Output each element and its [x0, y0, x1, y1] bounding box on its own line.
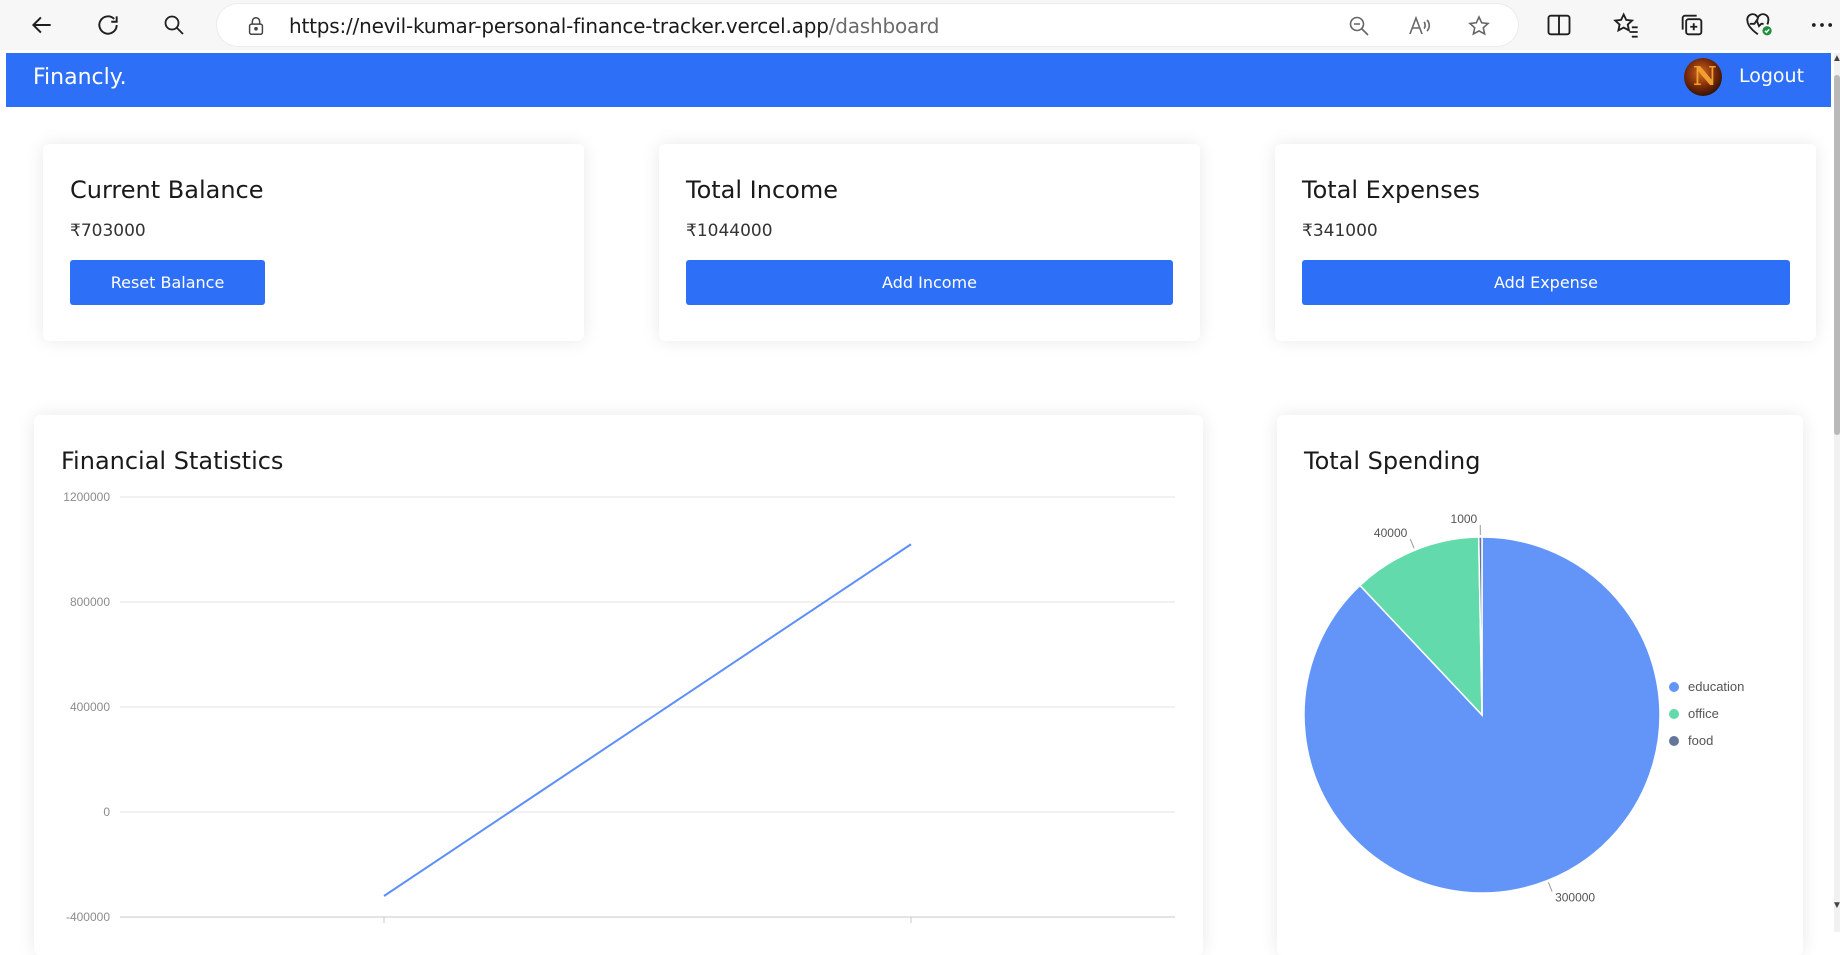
- collections-icon[interactable]: [1678, 11, 1706, 39]
- series-line: [384, 544, 911, 896]
- current-balance-card: Current Balance ₹703000 Reset Balance: [43, 144, 584, 341]
- add-expense-button[interactable]: Add Expense: [1302, 260, 1790, 305]
- search-icon[interactable]: [154, 6, 194, 44]
- app-header: Financly. N Logout: [6, 53, 1831, 107]
- line-chart: 1200000 800000 400000 0 -400000: [34, 415, 1203, 932]
- slice-value-label: 40000: [1374, 526, 1408, 540]
- financial-statistics-card: Financial Statistics 1200000800000400000…: [34, 415, 1203, 955]
- total-expenses-card: Total Expenses ₹341000 Add Expense: [1275, 144, 1816, 341]
- scrollbar-thumb[interactable]: [1834, 75, 1840, 435]
- legend-item-food: food: [1688, 733, 1713, 748]
- slice-value-label: 300000: [1555, 891, 1595, 905]
- add-income-button[interactable]: Add Income: [686, 260, 1173, 305]
- refresh-icon[interactable]: [88, 6, 128, 44]
- expenses-amount: ₹341000: [1302, 221, 1378, 241]
- url-text[interactable]: https://nevil-kumar-personal-finance-tra…: [289, 14, 939, 38]
- browser-toolbar: https://nevil-kumar-personal-finance-tra…: [0, 0, 1840, 50]
- y-tick-label: 400000: [70, 700, 110, 714]
- url-path: /dashboard: [829, 14, 940, 38]
- avatar[interactable]: N: [1684, 58, 1722, 96]
- scroll-down-arrow-icon[interactable]: ▼: [1832, 900, 1840, 918]
- label-leader-line: [1410, 539, 1414, 548]
- card-title: Total Expenses: [1302, 176, 1480, 204]
- lock-icon[interactable]: [245, 15, 267, 42]
- avatar-letter: N: [1693, 62, 1717, 92]
- browser-essentials-icon[interactable]: [1744, 11, 1772, 39]
- split-screen-icon[interactable]: [1545, 11, 1573, 39]
- legend-marker: [1669, 709, 1679, 719]
- more-menu-icon[interactable]: [1808, 11, 1836, 39]
- y-tick-label: 1200000: [63, 490, 110, 504]
- total-income-card: Total Income ₹1044000 Add Income: [659, 144, 1200, 341]
- legend-item-office: office: [1688, 706, 1719, 721]
- back-icon[interactable]: [22, 6, 62, 44]
- label-leader-line: [1548, 882, 1552, 891]
- card-title: Current Balance: [70, 176, 264, 204]
- y-tick-label: 0: [103, 805, 110, 819]
- url-host: https://nevil-kumar-personal-finance-tra…: [289, 14, 829, 38]
- favorite-star-icon[interactable]: [1467, 14, 1491, 38]
- scroll-up-arrow-icon[interactable]: ▲: [1832, 53, 1840, 71]
- legend-marker: [1669, 682, 1679, 692]
- legend-marker: [1669, 736, 1679, 746]
- reset-balance-button[interactable]: Reset Balance: [70, 260, 265, 305]
- income-amount: ₹1044000: [686, 221, 773, 241]
- y-tick-label: 800000: [70, 595, 110, 609]
- slice-value-label: 1000: [1451, 512, 1478, 526]
- legend-item-education: education: [1688, 679, 1744, 694]
- balance-amount: ₹703000: [70, 221, 146, 241]
- address-bar[interactable]: https://nevil-kumar-personal-finance-tra…: [217, 4, 1518, 46]
- read-aloud-icon[interactable]: [1407, 14, 1431, 38]
- y-tick-label: -400000: [66, 910, 110, 924]
- logout-link[interactable]: Logout: [1739, 65, 1804, 87]
- brand-logo[interactable]: Financly.: [33, 65, 127, 90]
- pie-chart: 300000 40000 1000 education office food: [1277, 415, 1803, 932]
- card-title: Total Income: [686, 176, 838, 204]
- total-spending-card: Total Spending 300000400001000educationo…: [1277, 415, 1803, 955]
- favorites-icon[interactable]: [1612, 11, 1640, 39]
- zoom-out-icon[interactable]: [1347, 14, 1371, 38]
